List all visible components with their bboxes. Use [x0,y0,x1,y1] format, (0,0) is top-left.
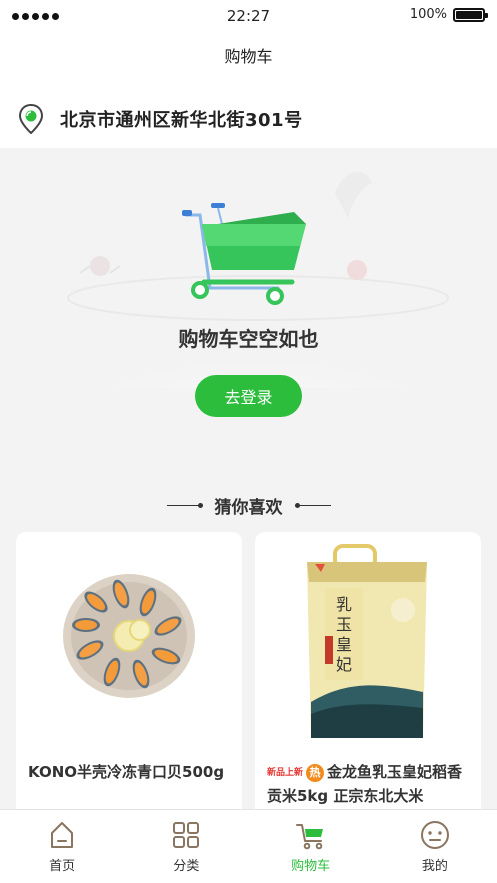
product-card[interactable]: 乳 玉 皇 妃 新品上新热金龙鱼乳玉皇妃稻香贡米5kg 正宗东北大米 [255,532,481,822]
product-image-mussels [63,574,195,698]
tab-home[interactable]: 首页 [0,810,124,883]
home-icon [51,822,74,848]
tab-cart[interactable]: 购物车 [249,810,373,883]
empty-cart-area: 购物车空空如也 去登录 [0,148,497,468]
tab-label: 分类 [173,859,200,874]
recommend-header: 猜你喜欢 [0,490,497,520]
nav-bar: 购物车 [0,32,497,78]
tab-category[interactable]: 分类 [124,810,248,883]
product-image-rice-bag: 乳 玉 皇 妃 [307,544,427,738]
empty-cart-icon [182,203,306,305]
product-name: KONO半壳冷冻青口贝500g [28,763,225,781]
tab-label: 首页 [49,859,76,874]
profile-icon [420,821,449,849]
login-button[interactable]: 去登录 [195,375,302,417]
recommend-title: 猜你喜欢 [214,497,283,518]
page-title: 购物车 [224,47,273,66]
address-bar[interactable]: 北京市通州区新华北街301号 [0,90,497,148]
cart-icon [295,824,323,850]
tab-bar: 首页 分类 购物车 我的 [0,809,497,883]
hot-icon: 热 [306,763,325,782]
battery-icon [453,7,488,22]
empty-cart-title: 购物车空空如也 [178,327,319,351]
category-icon [173,822,200,848]
svg-text:妃: 妃 [336,655,352,674]
battery-percent: 100% [409,7,447,22]
product-name: 新品上新热金龙鱼乳玉皇妃稻香贡米5kg 正宗东北大米 [267,760,473,808]
tab-label: 我的 [421,859,448,874]
tab-profile[interactable]: 我的 [373,810,497,883]
location-pin-icon [18,104,44,134]
status-bar: 22:27 100% [0,0,497,32]
svg-text:玉: 玉 [336,615,352,634]
svg-text:皇: 皇 [336,635,352,654]
new-product-tag: 新品上新 [267,767,304,778]
svg-text:乳: 乳 [336,595,352,614]
address-text: 北京市通州区新华北街301号 [60,110,303,131]
product-card[interactable]: KONO半壳冷冻青口贝500g [16,532,242,822]
tab-label: 购物车 [291,859,331,874]
